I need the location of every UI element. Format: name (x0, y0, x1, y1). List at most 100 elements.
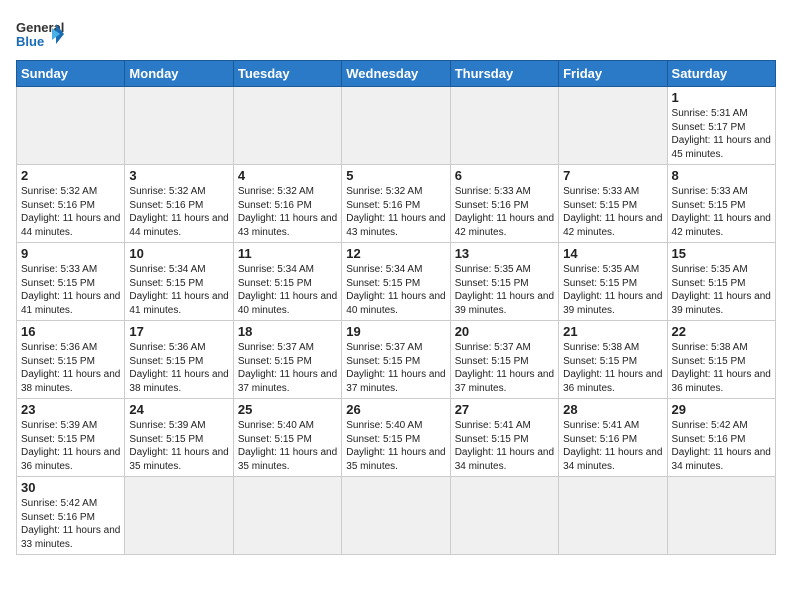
day-number: 20 (455, 324, 554, 339)
week-row-1: 1 Sunrise: 5:31 AMSunset: 5:17 PMDaylight… (17, 87, 776, 165)
day-content: Sunrise: 5:36 AMSunset: 5:15 PMDaylight:… (21, 341, 120, 395)
day-content: Sunrise: 5:38 AMSunset: 5:15 PMDaylight:… (563, 341, 662, 395)
day-number: 5 (346, 168, 445, 183)
day-content: Sunrise: 5:34 AMSunset: 5:15 PMDaylight:… (346, 263, 445, 317)
day-cell (450, 87, 558, 165)
day-number: 24 (129, 402, 228, 417)
day-cell (233, 87, 341, 165)
day-number: 30 (21, 480, 120, 495)
day-cell (17, 87, 125, 165)
week-row-2: 2 Sunrise: 5:32 AMSunset: 5:16 PMDaylight… (17, 165, 776, 243)
day-number: 29 (672, 402, 771, 417)
day-content: Sunrise: 5:33 AMSunset: 5:15 PMDaylight:… (672, 185, 771, 239)
day-number: 17 (129, 324, 228, 339)
day-content: Sunrise: 5:35 AMSunset: 5:15 PMDaylight:… (672, 263, 771, 317)
day-content: Sunrise: 5:40 AMSunset: 5:15 PMDaylight:… (238, 419, 337, 473)
day-cell: 1 Sunrise: 5:31 AMSunset: 5:17 PMDaylight… (667, 87, 775, 165)
day-cell (125, 87, 233, 165)
day-cell: 23 Sunrise: 5:39 AMSunset: 5:15 PMDayligh… (17, 399, 125, 477)
day-content: Sunrise: 5:31 AMSunset: 5:17 PMDaylight:… (672, 107, 771, 161)
day-cell: 18 Sunrise: 5:37 AMSunset: 5:15 PMDayligh… (233, 321, 341, 399)
day-content: Sunrise: 5:39 AMSunset: 5:15 PMDaylight:… (21, 419, 120, 473)
day-number: 14 (563, 246, 662, 261)
day-cell: 22 Sunrise: 5:38 AMSunset: 5:15 PMDayligh… (667, 321, 775, 399)
day-cell: 25 Sunrise: 5:40 AMSunset: 5:15 PMDayligh… (233, 399, 341, 477)
day-cell: 21 Sunrise: 5:38 AMSunset: 5:15 PMDayligh… (559, 321, 667, 399)
day-number: 21 (563, 324, 662, 339)
day-content: Sunrise: 5:42 AMSunset: 5:16 PMDaylight:… (672, 419, 771, 473)
day-cell: 4 Sunrise: 5:32 AMSunset: 5:16 PMDaylight… (233, 165, 341, 243)
day-number: 16 (21, 324, 120, 339)
day-cell: 29 Sunrise: 5:42 AMSunset: 5:16 PMDayligh… (667, 399, 775, 477)
week-row-6: 30 Sunrise: 5:42 AMSunset: 5:16 PMDayligh… (17, 477, 776, 555)
day-number: 10 (129, 246, 228, 261)
header-day-tuesday: Tuesday (233, 61, 341, 87)
day-cell: 16 Sunrise: 5:36 AMSunset: 5:15 PMDayligh… (17, 321, 125, 399)
day-content: Sunrise: 5:35 AMSunset: 5:15 PMDaylight:… (455, 263, 554, 317)
day-cell: 24 Sunrise: 5:39 AMSunset: 5:15 PMDayligh… (125, 399, 233, 477)
day-number: 25 (238, 402, 337, 417)
day-cell: 12 Sunrise: 5:34 AMSunset: 5:15 PMDayligh… (342, 243, 450, 321)
week-row-5: 23 Sunrise: 5:39 AMSunset: 5:15 PMDayligh… (17, 399, 776, 477)
day-content: Sunrise: 5:33 AMSunset: 5:15 PMDaylight:… (563, 185, 662, 239)
header-day-monday: Monday (125, 61, 233, 87)
day-content: Sunrise: 5:36 AMSunset: 5:15 PMDaylight:… (129, 341, 228, 395)
day-number: 7 (563, 168, 662, 183)
day-content: Sunrise: 5:32 AMSunset: 5:16 PMDaylight:… (238, 185, 337, 239)
day-number: 28 (563, 402, 662, 417)
day-number: 15 (672, 246, 771, 261)
header-day-friday: Friday (559, 61, 667, 87)
day-number: 3 (129, 168, 228, 183)
day-cell: 8Sunrise: 5:33 AMSunset: 5:15 PMDaylight… (667, 165, 775, 243)
day-content: Sunrise: 5:32 AMSunset: 5:16 PMDaylight:… (129, 185, 228, 239)
day-content: Sunrise: 5:39 AMSunset: 5:15 PMDaylight:… (129, 419, 228, 473)
day-cell: 10 Sunrise: 5:34 AMSunset: 5:15 PMDayligh… (125, 243, 233, 321)
day-content: Sunrise: 5:38 AMSunset: 5:15 PMDaylight:… (672, 341, 771, 395)
day-number: 1 (672, 90, 771, 105)
day-number: 22 (672, 324, 771, 339)
day-cell (559, 477, 667, 555)
day-cell: 27 Sunrise: 5:41 AMSunset: 5:15 PMDayligh… (450, 399, 558, 477)
day-cell: 17 Sunrise: 5:36 AMSunset: 5:15 PMDayligh… (125, 321, 233, 399)
day-cell: 11Sunrise: 5:34 AMSunset: 5:15 PMDayligh… (233, 243, 341, 321)
day-cell: 2Sunrise: 5:32 AMSunset: 5:16 PMDaylight… (17, 165, 125, 243)
day-cell (233, 477, 341, 555)
day-number: 27 (455, 402, 554, 417)
day-number: 13 (455, 246, 554, 261)
day-cell: 3 Sunrise: 5:32 AMSunset: 5:16 PMDaylight… (125, 165, 233, 243)
day-content: Sunrise: 5:35 AMSunset: 5:15 PMDaylight:… (563, 263, 662, 317)
calendar-table: SundayMondayTuesdayWednesdayThursdayFrid… (16, 60, 776, 555)
day-number: 6 (455, 168, 554, 183)
day-cell (450, 477, 558, 555)
day-number: 2 (21, 168, 120, 183)
day-cell (125, 477, 233, 555)
day-cell: 9Sunrise: 5:33 AMSunset: 5:15 PMDaylight… (17, 243, 125, 321)
day-number: 18 (238, 324, 337, 339)
day-content: Sunrise: 5:41 AMSunset: 5:16 PMDaylight:… (563, 419, 662, 473)
day-content: Sunrise: 5:41 AMSunset: 5:15 PMDaylight:… (455, 419, 554, 473)
day-cell: 5 Sunrise: 5:32 AMSunset: 5:16 PMDaylight… (342, 165, 450, 243)
day-cell (342, 87, 450, 165)
day-content: Sunrise: 5:33 AMSunset: 5:16 PMDaylight:… (455, 185, 554, 239)
day-cell: 19Sunrise: 5:37 AMSunset: 5:15 PMDayligh… (342, 321, 450, 399)
day-cell (559, 87, 667, 165)
day-content: Sunrise: 5:34 AMSunset: 5:15 PMDaylight:… (129, 263, 228, 317)
header-day-saturday: Saturday (667, 61, 775, 87)
day-content: Sunrise: 5:42 AMSunset: 5:16 PMDaylight:… (21, 497, 120, 551)
header-day-thursday: Thursday (450, 61, 558, 87)
logo: General Blue (16, 16, 64, 52)
day-content: Sunrise: 5:37 AMSunset: 5:15 PMDaylight:… (238, 341, 337, 395)
day-content: Sunrise: 5:32 AMSunset: 5:16 PMDaylight:… (346, 185, 445, 239)
day-content: Sunrise: 5:40 AMSunset: 5:15 PMDaylight:… (346, 419, 445, 473)
day-content: Sunrise: 5:34 AMSunset: 5:15 PMDaylight:… (238, 263, 337, 317)
day-number: 23 (21, 402, 120, 417)
day-number: 4 (238, 168, 337, 183)
week-row-4: 16 Sunrise: 5:36 AMSunset: 5:15 PMDayligh… (17, 321, 776, 399)
day-number: 26 (346, 402, 445, 417)
day-number: 9 (21, 246, 120, 261)
day-number: 19 (346, 324, 445, 339)
header-day-wednesday: Wednesday (342, 61, 450, 87)
day-number: 12 (346, 246, 445, 261)
day-cell (667, 477, 775, 555)
day-cell: 13 Sunrise: 5:35 AMSunset: 5:15 PMDayligh… (450, 243, 558, 321)
